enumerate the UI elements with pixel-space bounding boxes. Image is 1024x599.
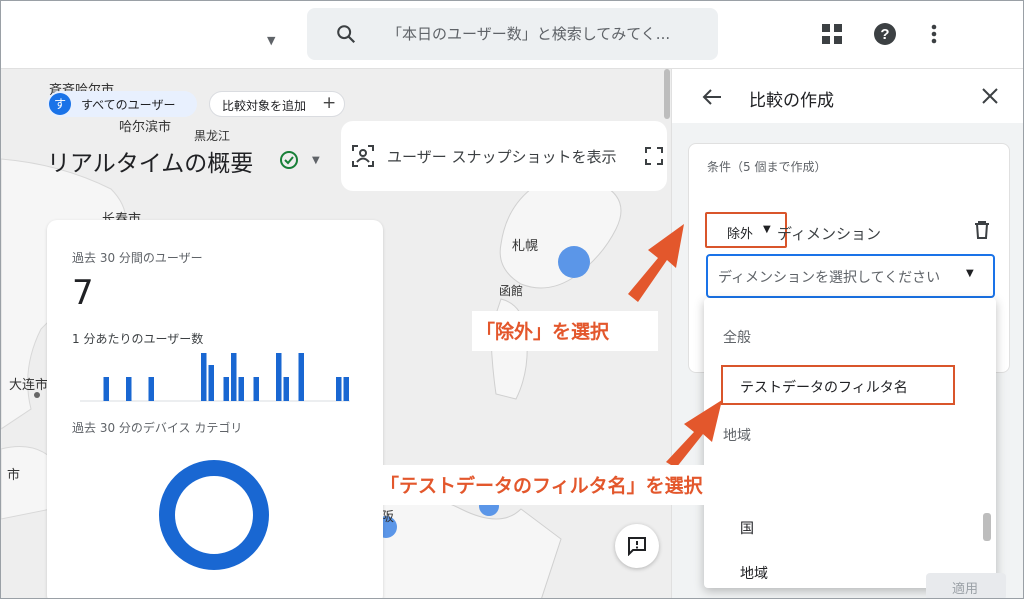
- per-minute-bar: [343, 377, 349, 401]
- feedback-icon: [628, 537, 646, 556]
- map-label-dalian: 大连市: [9, 378, 49, 393]
- page-title: リアルタイムの概要: [47, 151, 254, 177]
- dimension-select-placeholder: ディメンションを選択してください: [718, 270, 941, 286]
- dropdown-scrollbar[interactable]: [983, 513, 991, 541]
- property-dropdown-caret-icon[interactable]: ▼: [267, 34, 275, 47]
- per-minute-bar: [253, 377, 259, 401]
- trash-icon[interactable]: [974, 221, 990, 239]
- map-label-harbin: 哈尔滨市: [119, 120, 172, 135]
- search-icon: [337, 25, 356, 44]
- user-snapshot-button[interactable]: ユーザー スナップショットを表示: [341, 121, 667, 191]
- close-icon[interactable]: [981, 87, 999, 105]
- person-snapshot-icon: [352, 145, 374, 167]
- callout-test-data: 「テストデータのフィルタ名」を選択: [376, 465, 836, 505]
- per-minute-bar: [126, 377, 132, 401]
- map-label-heilongjiang: 黒龙江: [194, 129, 231, 143]
- realtime-users-card: 過去 30 分間のユーザー 7 1 分あたりのユーザー数 過去 30 分のデバイ…: [47, 220, 383, 598]
- dimension-dropdown-menu: 全般 テストデータのフィルタ名 地域 国 地域: [704, 298, 996, 588]
- per-minute-bar: [201, 353, 207, 401]
- device-donut-chart: [159, 460, 269, 570]
- plus-icon: +: [322, 93, 337, 113]
- search-bar[interactable]: 「本日のユーザー数」と検索してみてく...: [307, 8, 718, 60]
- per-minute-bar: [298, 353, 304, 401]
- device-category-label: 過去 30 分のデバイス カテゴリ: [72, 421, 243, 435]
- apps-grid-icon[interactable]: [821, 23, 843, 45]
- exclude-dropdown-button[interactable]: 除外 ▼: [705, 212, 787, 248]
- add-compare-label: 比較対象を追加: [222, 99, 307, 113]
- per-minute-bar: [103, 377, 109, 401]
- feedback-button[interactable]: [615, 524, 659, 568]
- dropdown-option-region[interactable]: 地域: [740, 563, 768, 583]
- apply-button[interactable]: 適用: [926, 573, 1006, 598]
- per-minute-bar: [148, 377, 154, 401]
- fullscreen-icon[interactable]: [645, 147, 663, 165]
- dropdown-group-general: 全般: [723, 330, 751, 346]
- check-circle-icon: [280, 151, 298, 169]
- top-bar: ▼ 「本日のユーザー数」と検索してみてく... ?: [1, 1, 1023, 69]
- all-users-chip[interactable]: す すべてのユーザー: [47, 91, 197, 117]
- map-label-sapporo: 札幌: [512, 239, 539, 254]
- map-scrollbar[interactable]: [664, 69, 670, 119]
- exclude-label: 除外: [727, 227, 754, 242]
- callout-exclude: 「除外」を選択: [472, 311, 658, 351]
- exclude-caret-icon: ▼: [763, 224, 771, 235]
- dimension-label: ディメンション: [777, 225, 881, 243]
- per-minute-bar: [208, 365, 214, 401]
- help-icon[interactable]: ?: [873, 22, 897, 46]
- per-minute-bar: [276, 353, 282, 401]
- search-placeholder: 「本日のユーザー数」と検索してみてく...: [387, 25, 671, 43]
- user-snapshot-label: ユーザー スナップショットを表示: [387, 148, 617, 166]
- dropdown-option-country[interactable]: 国: [740, 518, 754, 538]
- dropdown-option-test-data[interactable]: テストデータのフィルタ名: [740, 377, 908, 397]
- callout-exclude-text: 「除外」を選択: [476, 321, 610, 343]
- panel-title: 比較の作成: [749, 91, 834, 111]
- dropdown-group-region: 地域: [723, 428, 751, 444]
- title-dropdown-caret-icon[interactable]: ▼: [312, 155, 320, 166]
- callout-test-data-text: 「テストデータのフィルタ名」を選択: [380, 475, 703, 497]
- back-arrow-icon[interactable]: [701, 86, 723, 108]
- callout-arrow-1: [628, 224, 684, 302]
- per-minute-bar: [223, 377, 229, 401]
- per-minute-bar: [336, 377, 342, 401]
- add-compare-button[interactable]: 比較対象を追加 +: [209, 91, 345, 117]
- callout-arrow-2: [666, 400, 722, 468]
- screenshot-frame: ▼ 「本日のユーザー数」と検索してみてく... ? 斉斉哈尔市 哈尔滨市 黒龙江…: [0, 0, 1024, 599]
- map-label-city: 市: [7, 468, 21, 483]
- users-per-minute-label: 1 分あたりのユーザー数: [72, 332, 204, 346]
- per-minute-bar: [238, 377, 244, 401]
- all-users-label: すべてのユーザー: [81, 98, 176, 112]
- dimension-select[interactable]: ディメンションを選択してください ▼: [706, 254, 995, 298]
- avatar: す: [49, 93, 71, 115]
- more-vert-icon[interactable]: [924, 22, 944, 46]
- per-minute-bar: [283, 377, 289, 401]
- users-per-minute-chart: [80, 353, 350, 402]
- per-minute-bar: [231, 353, 237, 401]
- svg-text:?: ?: [880, 26, 889, 43]
- condition-hint: 条件（5 個まで作成）: [707, 160, 827, 174]
- users-30min-label: 過去 30 分間のユーザー: [72, 251, 203, 265]
- map-label-hakodate: 函館: [499, 284, 524, 298]
- apply-label: 適用: [952, 582, 979, 597]
- users-30min-value: 7: [72, 273, 94, 313]
- dimension-select-caret-icon: ▼: [966, 268, 974, 279]
